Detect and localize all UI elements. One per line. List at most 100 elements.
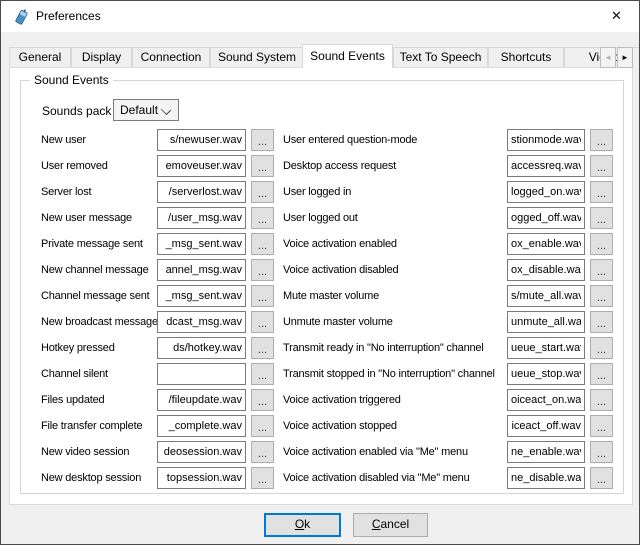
sound-file-input[interactable] [157, 467, 246, 489]
sound-file-input[interactable] [157, 259, 246, 281]
sound-file-input[interactable] [507, 207, 585, 229]
sound-events-panel: Sound Events Sounds pack Default New use… [9, 67, 633, 505]
sound-file-input[interactable] [157, 285, 246, 307]
tab-connection[interactable]: Connection [132, 47, 210, 67]
row-label: User removed [41, 160, 157, 172]
browse-button[interactable]: ... [251, 415, 274, 437]
browse-button[interactable]: ... [590, 285, 613, 307]
browse-button[interactable]: ... [251, 181, 274, 203]
cancel-button[interactable]: Cancel [353, 513, 428, 537]
browse-button[interactable]: ... [590, 181, 613, 203]
tab-scroll-right-button[interactable]: ► [617, 47, 633, 68]
sound-file-input[interactable] [507, 233, 585, 255]
sound-file-input[interactable] [507, 441, 585, 463]
browse-button[interactable]: ... [251, 311, 274, 333]
sound-file-input[interactable] [507, 311, 585, 333]
sound-file-input[interactable] [157, 389, 246, 411]
row-label: Transmit ready in "No interruption" chan… [283, 342, 507, 354]
ok-button[interactable]: Ok [264, 513, 341, 537]
sound-file-input[interactable] [157, 337, 246, 359]
row-label: Desktop access request [283, 160, 507, 172]
row-label: Voice activation disabled [283, 264, 507, 276]
browse-button[interactable]: ... [590, 363, 613, 385]
row-mute-master-volume: Mute master volume ... [283, 285, 615, 307]
sound-file-input[interactable] [507, 285, 585, 307]
sound-file-input[interactable] [507, 181, 585, 203]
sounds-pack-value: Default [120, 100, 158, 120]
browse-button[interactable]: ... [251, 207, 274, 229]
browse-button[interactable]: ... [590, 467, 613, 489]
browse-button[interactable]: ... [590, 337, 613, 359]
sound-file-input[interactable] [507, 467, 585, 489]
sound-file-input[interactable] [507, 129, 585, 151]
row-label: User entered question-mode [283, 134, 507, 146]
row-desktop-access-request: Desktop access request ... [283, 155, 615, 177]
tab-scroll-left-button[interactable]: ◄ [600, 47, 616, 68]
row-label: Mute master volume [283, 290, 507, 302]
row-label: New user message [41, 212, 157, 224]
sound-file-input[interactable] [507, 155, 585, 177]
sound-file-input[interactable] [157, 311, 246, 333]
row-label: New user [41, 134, 157, 146]
browse-button[interactable]: ... [590, 311, 613, 333]
browse-button[interactable]: ... [590, 259, 613, 281]
browse-button[interactable]: ... [590, 207, 613, 229]
sound-events-left-column: New user ... User removed ... Server los… [41, 129, 279, 493]
row-server-lost: Server lost ... [41, 181, 279, 203]
browse-button[interactable]: ... [251, 233, 274, 255]
sound-file-input[interactable] [157, 415, 246, 437]
sound-file-input[interactable] [157, 129, 246, 151]
browse-button[interactable]: ... [251, 129, 274, 151]
tab-general[interactable]: General [9, 47, 71, 67]
row-label: Files updated [41, 394, 157, 406]
row-voice-activation-enabled-me-menu: Voice activation enabled via "Me" menu .… [283, 441, 615, 463]
row-label: Voice activation disabled via "Me" menu [283, 472, 507, 484]
tab-text-to-speech[interactable]: Text To Speech [393, 47, 488, 67]
browse-button[interactable]: ... [590, 233, 613, 255]
sound-file-input[interactable] [157, 363, 246, 385]
sound-file-input[interactable] [157, 233, 246, 255]
sound-events-groupbox: Sound Events Sounds pack Default New use… [20, 80, 624, 494]
row-label: Transmit stopped in "No interruption" ch… [283, 368, 507, 380]
row-label: Voice activation stopped [283, 420, 507, 432]
tab-display[interactable]: Display [71, 47, 132, 67]
browse-button[interactable]: ... [590, 129, 613, 151]
row-label: User logged out [283, 212, 507, 224]
browse-button[interactable]: ... [251, 441, 274, 463]
close-button[interactable]: ✕ [594, 1, 639, 31]
browse-button[interactable]: ... [590, 415, 613, 437]
tab-sound-system[interactable]: Sound System [210, 47, 304, 67]
sound-file-input[interactable] [507, 337, 585, 359]
row-label: Server lost [41, 186, 157, 198]
browse-button[interactable]: ... [590, 389, 613, 411]
app-icon [12, 8, 30, 26]
sound-file-input[interactable] [507, 389, 585, 411]
tab-sound-events[interactable]: Sound Events [302, 44, 393, 68]
row-new-channel-message: New channel message ... [41, 259, 279, 281]
sound-file-input[interactable] [157, 155, 246, 177]
row-user-logged-in: User logged in ... [283, 181, 615, 203]
browse-button[interactable]: ... [251, 467, 274, 489]
browse-button[interactable]: ... [251, 285, 274, 307]
browse-button[interactable]: ... [251, 337, 274, 359]
sounds-pack-select[interactable]: Default [113, 99, 179, 121]
row-transmit-stopped-no-interruption: Transmit stopped in "No interruption" ch… [283, 363, 615, 385]
row-voice-activation-stopped: Voice activation stopped ... [283, 415, 615, 437]
browse-button[interactable]: ... [251, 389, 274, 411]
browse-button[interactable]: ... [251, 363, 274, 385]
sound-file-input[interactable] [507, 259, 585, 281]
sound-file-input[interactable] [507, 363, 585, 385]
row-channel-silent: Channel silent ... [41, 363, 279, 385]
sound-file-input[interactable] [157, 181, 246, 203]
sound-file-input[interactable] [507, 415, 585, 437]
sound-file-input[interactable] [157, 441, 246, 463]
browse-button[interactable]: ... [251, 259, 274, 281]
sound-file-input[interactable] [157, 207, 246, 229]
browse-button[interactable]: ... [590, 155, 613, 177]
browse-button[interactable]: ... [251, 155, 274, 177]
row-user-logged-out: User logged out ... [283, 207, 615, 229]
tab-shortcuts[interactable]: Shortcuts [488, 47, 564, 67]
row-label: Voice activation enabled [283, 238, 507, 250]
row-label: New broadcast message [41, 316, 157, 328]
browse-button[interactable]: ... [590, 441, 613, 463]
